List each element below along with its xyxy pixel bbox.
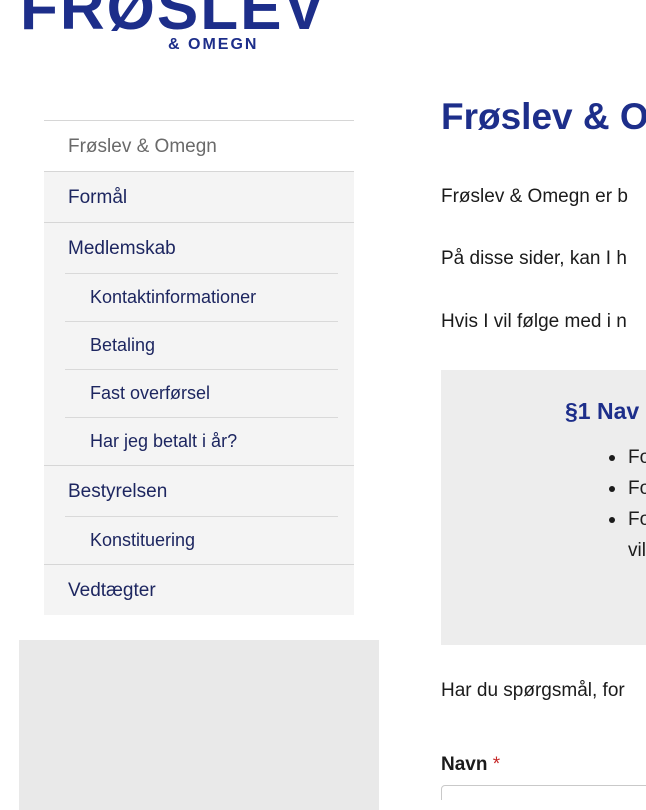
sidebar-subitem-fast-overforsel[interactable]: Fast overførsel (44, 369, 354, 417)
sidebar-item-vedtaegter[interactable]: Vedtægter (44, 564, 354, 615)
sidebar-nav: Frøslev & Omegn Formål Medlemskab Kontak… (44, 120, 354, 615)
sidebar-subitem-betaling[interactable]: Betaling (44, 321, 354, 369)
logo-wordmark: FRØSLEV (20, 0, 327, 43)
sidebar-item-medlemskab[interactable]: Medlemskab (44, 222, 354, 273)
sidebar-item-froslev-omegn[interactable]: Frøslev & Omegn (44, 120, 354, 171)
page-title: Frøslev & O (441, 96, 646, 137)
sidebar-subitem-konstituering[interactable]: Konstituering (44, 516, 354, 564)
name-label-text: Navn (441, 754, 488, 775)
name-label: Navn * (441, 754, 500, 776)
sidebar-item-bestyrelsen[interactable]: Bestyrelsen (44, 465, 354, 516)
required-marker: * (492, 754, 501, 775)
sidebar-widget (19, 640, 379, 810)
main-content: Frøslev & O Frøslev & Omegn er b På diss… (441, 0, 646, 800)
contact-prompt: Har du spørgsmål, for (441, 680, 625, 701)
list-item: Fo (608, 442, 646, 473)
site-logo[interactable]: FRØSLEV & OMEGN (20, 0, 370, 56)
list-item: Fo (608, 504, 646, 535)
sidebar-subitem-kontaktinformationer[interactable]: Kontaktinformationer (44, 273, 354, 321)
section-heading: §1 Nav (565, 398, 640, 424)
name-input[interactable] (441, 785, 646, 800)
sidebar-subitem-har-jeg-betalt[interactable]: Har jeg betalt i år? (44, 417, 354, 465)
list-item-continuation: vil (628, 540, 646, 561)
logo-subtitle: & OMEGN (168, 36, 259, 53)
intro-paragraph: Frøslev & Omegn er b (441, 186, 628, 207)
section-list: Fo Fo Fo vil (608, 442, 646, 566)
follow-paragraph: Hvis I vil følge med i n (441, 311, 627, 332)
sidebar-item-formaal[interactable]: Formål (44, 171, 354, 222)
list-item: Fo (608, 473, 646, 504)
info-paragraph: På disse sider, kan I h (441, 248, 627, 269)
statute-section-box: §1 Nav Fo Fo Fo vil (441, 370, 646, 645)
